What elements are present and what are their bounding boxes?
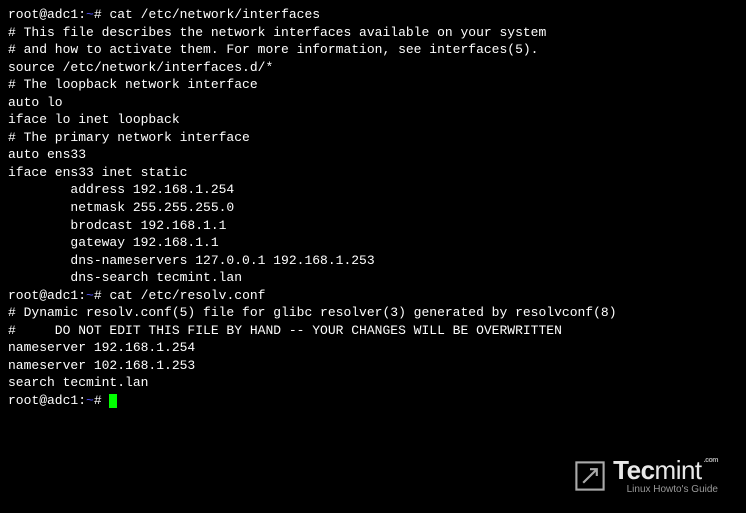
prompt-line-1: root@adc1:~# cat /etc/network/interfaces	[8, 6, 738, 24]
file-output-line: dns-search tecmint.lan	[8, 269, 738, 287]
file-output-line: nameserver 192.168.1.254	[8, 339, 738, 357]
terminal-cursor	[109, 394, 117, 408]
brand-dotcom: .com	[704, 457, 718, 464]
command-text: cat /etc/resolv.conf	[109, 288, 265, 303]
prompt-colon: :	[78, 393, 86, 408]
prompt-colon: :	[78, 288, 86, 303]
brand-mint: mint	[655, 455, 702, 485]
file-output-line: address 192.168.1.254	[8, 181, 738, 199]
file-output-line: nameserver 102.168.1.253	[8, 357, 738, 375]
prompt-user-host: root@adc1	[8, 288, 78, 303]
prompt-hash: #	[94, 7, 110, 22]
file-output-line: # The loopback network interface	[8, 76, 738, 94]
tecmint-logo-icon	[573, 459, 607, 493]
file-output-line: iface lo inet loopback	[8, 111, 738, 129]
file-output-line: source /etc/network/interfaces.d/*	[8, 59, 738, 77]
file-output-line: auto ens33	[8, 146, 738, 164]
watermark-text-block: Tecmint.com Linux Howto's Guide	[613, 457, 718, 495]
prompt-line-2: root@adc1:~# cat /etc/resolv.conf	[8, 287, 738, 305]
prompt-colon: :	[78, 7, 86, 22]
prompt-path: ~	[86, 393, 94, 408]
terminal-output: root@adc1:~# cat /etc/network/interfaces…	[8, 6, 738, 410]
file-output-line: # and how to activate them. For more inf…	[8, 41, 738, 59]
file-output-line: auto lo	[8, 94, 738, 112]
prompt-hash: #	[94, 288, 110, 303]
prompt-hash: #	[94, 393, 110, 408]
prompt-line-3[interactable]: root@adc1:~#	[8, 392, 738, 410]
file-output-line: netmask 255.255.255.0	[8, 199, 738, 217]
watermark-brand: Tecmint.com	[613, 457, 718, 483]
file-output-line: brodcast 192.168.1.1	[8, 217, 738, 235]
prompt-user-host: root@adc1	[8, 393, 78, 408]
file-output-line: # This file describes the network interf…	[8, 24, 738, 42]
command-text: cat /etc/network/interfaces	[109, 7, 320, 22]
file-output-line: gateway 192.168.1.1	[8, 234, 738, 252]
watermark-tagline: Linux Howto's Guide	[613, 485, 718, 495]
tecmint-watermark: Tecmint.com Linux Howto's Guide	[573, 457, 718, 495]
prompt-user-host: root@adc1	[8, 7, 78, 22]
brand-tec: Tec	[613, 455, 654, 485]
file-output-line: # The primary network interface	[8, 129, 738, 147]
file-output-line: # DO NOT EDIT THIS FILE BY HAND -- YOUR …	[8, 322, 738, 340]
prompt-path: ~	[86, 7, 94, 22]
file-output-line: # Dynamic resolv.conf(5) file for glibc …	[8, 304, 738, 322]
prompt-path: ~	[86, 288, 94, 303]
file-output-line: dns-nameservers 127.0.0.1 192.168.1.253	[8, 252, 738, 270]
file-output-line: search tecmint.lan	[8, 374, 738, 392]
file-output-line: iface ens33 inet static	[8, 164, 738, 182]
